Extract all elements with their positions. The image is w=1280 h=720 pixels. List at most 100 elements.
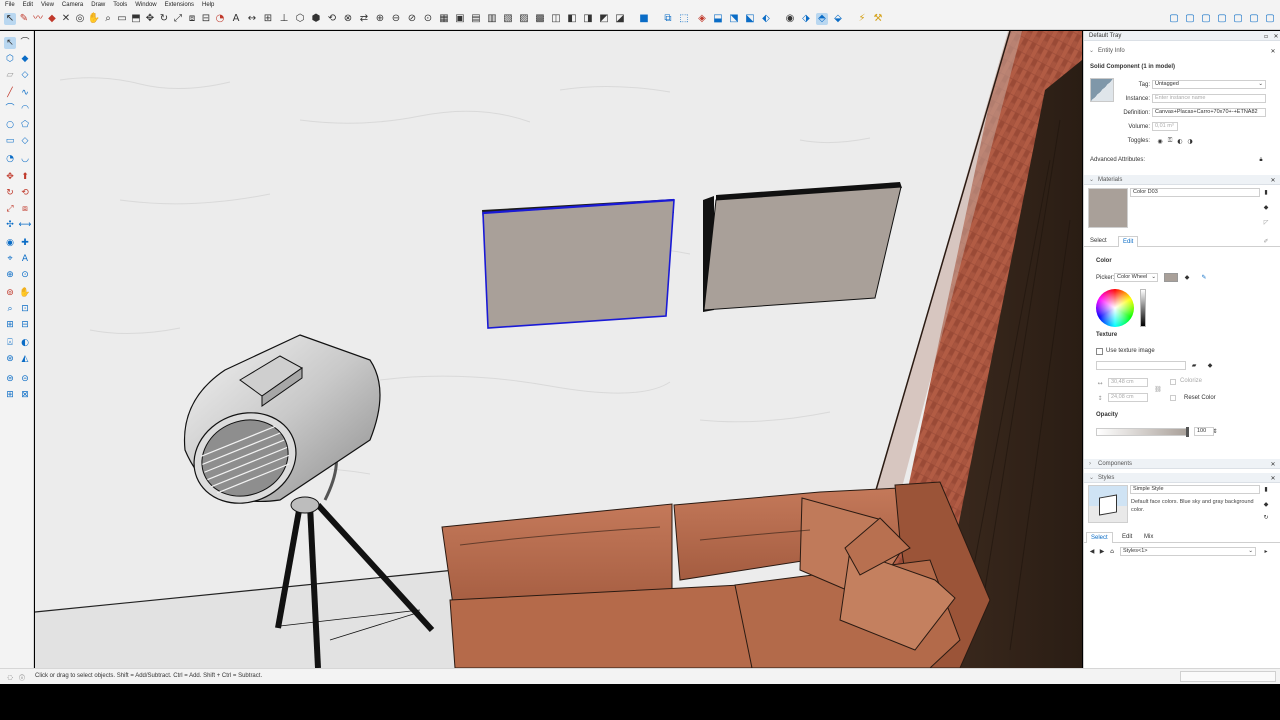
pin-icon[interactable]: ▫ xyxy=(1262,32,1270,40)
outer-shell-icon[interactable]: ▣ xyxy=(454,13,466,25)
tape-icon[interactable]: ✣ xyxy=(4,219,16,231)
eraser-icon[interactable]: ✕ xyxy=(60,13,72,25)
text-icon[interactable]: ✚ xyxy=(19,237,31,249)
sandbox-tool-icon[interactable]: ⊛ xyxy=(4,353,16,365)
details-icon[interactable]: ▸ xyxy=(1262,547,1270,555)
use-texture-checkbox[interactable] xyxy=(1096,348,1103,355)
arc-3pt-icon[interactable]: ◡ xyxy=(19,153,31,165)
color-wheel[interactable] xyxy=(1096,289,1134,327)
reset-color-checkbox[interactable] xyxy=(1170,395,1176,401)
pan-tool-icon[interactable]: ✋ xyxy=(19,287,31,299)
monochrome-icon[interactable]: ⧉ xyxy=(662,13,674,25)
tag-dropdown[interactable]: Untagged ⌄ xyxy=(1152,80,1266,89)
zoom-extents-icon[interactable]: ⊞ xyxy=(4,319,16,331)
previous-view-icon[interactable]: ⊟ xyxy=(19,319,31,331)
scenes-tray-icon[interactable]: ▢ xyxy=(1248,13,1260,25)
picker-dropdown[interactable]: Color Wheel ⌄ xyxy=(1114,273,1158,282)
flip-edge-tool-icon[interactable]: ⊠ xyxy=(19,389,31,401)
texture-width-input[interactable]: 30,48 cm xyxy=(1108,378,1148,387)
smoove-tool-icon[interactable]: ◭ xyxy=(19,353,31,365)
select-tool-icon[interactable]: ↖ xyxy=(4,13,16,25)
move-tool-icon[interactable]: ✥ xyxy=(144,13,156,25)
texture-path-input[interactable] xyxy=(1096,361,1186,370)
drape-icon[interactable]: ▧ xyxy=(502,13,514,25)
brightness-slider[interactable] xyxy=(1140,289,1146,327)
outliner-tray-icon[interactable]: ▢ xyxy=(1264,13,1276,25)
solid-split-icon[interactable]: ⊙ xyxy=(422,13,434,25)
tags-tray-icon[interactable]: ▢ xyxy=(1232,13,1244,25)
material-name-input[interactable]: Color D03 xyxy=(1130,188,1260,197)
receive-shadows-icon[interactable]: ◑ xyxy=(1186,137,1194,145)
walk-icon[interactable]: ⬗ xyxy=(800,13,812,25)
menu-extensions[interactable]: Extensions xyxy=(165,0,194,10)
tape-measure-icon[interactable]: ⊟ xyxy=(200,13,212,25)
paint-bucket-icon[interactable]: ◆ xyxy=(46,13,58,25)
opacity-stepper-icon[interactable]: ⇕ xyxy=(1211,427,1219,435)
forward-icon[interactable]: ▶ xyxy=(1098,547,1106,555)
top-view-icon[interactable]: ◈ xyxy=(696,13,708,25)
tag-tool-icon[interactable]: ◇ xyxy=(19,69,31,81)
sample-paint-icon[interactable]: ◸ xyxy=(1262,218,1270,226)
wireframe-icon[interactable]: ◨ xyxy=(582,13,594,25)
back-icon[interactable]: ◀ xyxy=(1088,547,1096,555)
cast-shadows-icon[interactable]: ◐ xyxy=(1176,137,1184,145)
move-icon[interactable]: ✥ xyxy=(4,171,16,183)
select-icon[interactable]: ↖ xyxy=(4,37,16,49)
pan-icon[interactable]: ✋ xyxy=(88,13,100,25)
menu-file[interactable]: File xyxy=(5,0,15,10)
menu-window[interactable]: Window xyxy=(135,0,156,10)
create-material-icon[interactable]: ◆ xyxy=(1262,203,1270,211)
text-tool-icon[interactable]: A xyxy=(230,13,242,25)
menu-tools[interactable]: Tools xyxy=(113,0,127,10)
lock-icon[interactable]: 🔒︎ xyxy=(1257,156,1265,164)
rectangle-tool-icon[interactable]: ▭ xyxy=(116,13,128,25)
edit-texture-icon[interactable]: ◆ xyxy=(1206,361,1214,369)
instance-input[interactable]: Enter instance name xyxy=(1152,94,1266,103)
components-tray-icon[interactable]: ▢ xyxy=(1200,13,1212,25)
look-around-icon[interactable]: ◐ xyxy=(19,337,31,349)
walk-tool-icon[interactable]: ⍓ xyxy=(4,337,16,349)
update-style-icon[interactable]: ↻ xyxy=(1262,513,1270,521)
close-section-icon[interactable]: ✕ xyxy=(1269,474,1277,482)
offset-icon[interactable]: ⧈ xyxy=(19,203,31,215)
shaded-icon[interactable]: ◪ xyxy=(614,13,626,25)
model-viewport[interactable] xyxy=(35,31,1082,668)
zoom-icon[interactable]: ⌕ xyxy=(102,13,114,25)
protractor-icon[interactable]: ◔ xyxy=(214,13,226,25)
freehand-tool-icon[interactable]: 〰 xyxy=(32,13,44,25)
stamp-icon[interactable]: ▥ xyxy=(486,13,498,25)
add-detail-icon[interactable]: ▨ xyxy=(518,13,530,25)
circle-icon[interactable]: ○ xyxy=(4,119,16,131)
menu-draw[interactable]: Draw xyxy=(91,0,105,10)
arc-icon[interactable]: ⌒ xyxy=(4,103,16,115)
colorize-checkbox[interactable] xyxy=(1170,379,1176,385)
tab-select[interactable]: Select xyxy=(1086,236,1111,246)
front-view-icon[interactable]: ⬓ xyxy=(712,13,724,25)
orbit-icon[interactable]: ◎ xyxy=(74,13,86,25)
line-tool-icon[interactable]: ✎ xyxy=(18,13,30,25)
close-section-icon[interactable]: ✕ xyxy=(1269,176,1277,184)
perspective-icon[interactable]: ⬘ xyxy=(816,13,828,25)
arc-2pt-icon[interactable]: ◠ xyxy=(19,103,31,115)
offset-tool-icon[interactable]: ⧈ xyxy=(186,13,198,25)
menu-camera[interactable]: Camera xyxy=(62,0,83,10)
detail-tool-icon[interactable]: ⊞ xyxy=(4,389,16,401)
info-icon[interactable]: ⓘ xyxy=(18,673,26,682)
eyedropper-icon[interactable]: ✐ xyxy=(1262,237,1270,245)
axes-icon[interactable]: ⊥ xyxy=(278,13,290,25)
entity-info-tray-icon[interactable]: ▢ xyxy=(1168,13,1180,25)
styles-collection-dropdown[interactable]: Styles<1> ⌄ xyxy=(1120,547,1256,556)
intersect-icon[interactable]: ⊗ xyxy=(342,13,354,25)
drape-tool-icon[interactable]: ⊝ xyxy=(19,373,31,385)
freehand-icon[interactable]: ∿ xyxy=(19,87,31,99)
dimension-tool-icon[interactable]: ⟷ xyxy=(19,219,32,231)
solid-union-icon[interactable]: ⊕ xyxy=(374,13,386,25)
reset-color-button[interactable]: Reset Color xyxy=(1184,394,1216,402)
iso-view-icon[interactable]: ⬚ xyxy=(678,13,690,25)
back-edges-icon[interactable]: ◧ xyxy=(566,13,578,25)
aspect-link-icon[interactable]: ⛓ xyxy=(1154,385,1162,393)
rotate-icon[interactable]: ↻ xyxy=(4,187,16,199)
hidden-toggle-icon[interactable]: ◉ xyxy=(1156,137,1164,145)
scale-tool-icon[interactable]: ⤢ xyxy=(172,13,184,25)
follow-me-tool-icon[interactable]: ⟲ xyxy=(19,187,31,199)
